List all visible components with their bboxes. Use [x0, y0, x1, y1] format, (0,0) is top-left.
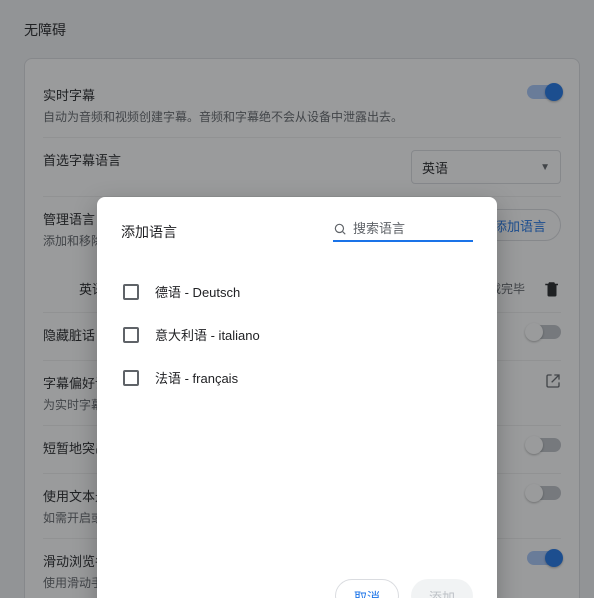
option-label: 法语 - français — [155, 368, 238, 387]
search-box[interactable] — [333, 221, 473, 242]
search-icon — [333, 222, 347, 236]
language-option[interactable]: 德语 - Deutsch — [121, 270, 473, 313]
add-button[interactable]: 添加 — [411, 579, 473, 598]
cancel-button[interactable]: 取消 — [335, 579, 399, 598]
language-option[interactable]: 意大利语 - italiano — [121, 313, 473, 356]
add-language-dialog: 添加语言 德语 - Deutsch 意大利语 - italiano 法语 - f… — [97, 197, 497, 598]
checkbox[interactable] — [123, 327, 139, 343]
dialog-title: 添加语言 — [121, 222, 177, 242]
checkbox[interactable] — [123, 370, 139, 386]
language-option[interactable]: 法语 - français — [121, 356, 473, 399]
checkbox[interactable] — [123, 284, 139, 300]
option-label: 德语 - Deutsch — [155, 282, 240, 301]
search-input[interactable] — [353, 221, 473, 236]
option-label: 意大利语 - italiano — [155, 325, 260, 344]
